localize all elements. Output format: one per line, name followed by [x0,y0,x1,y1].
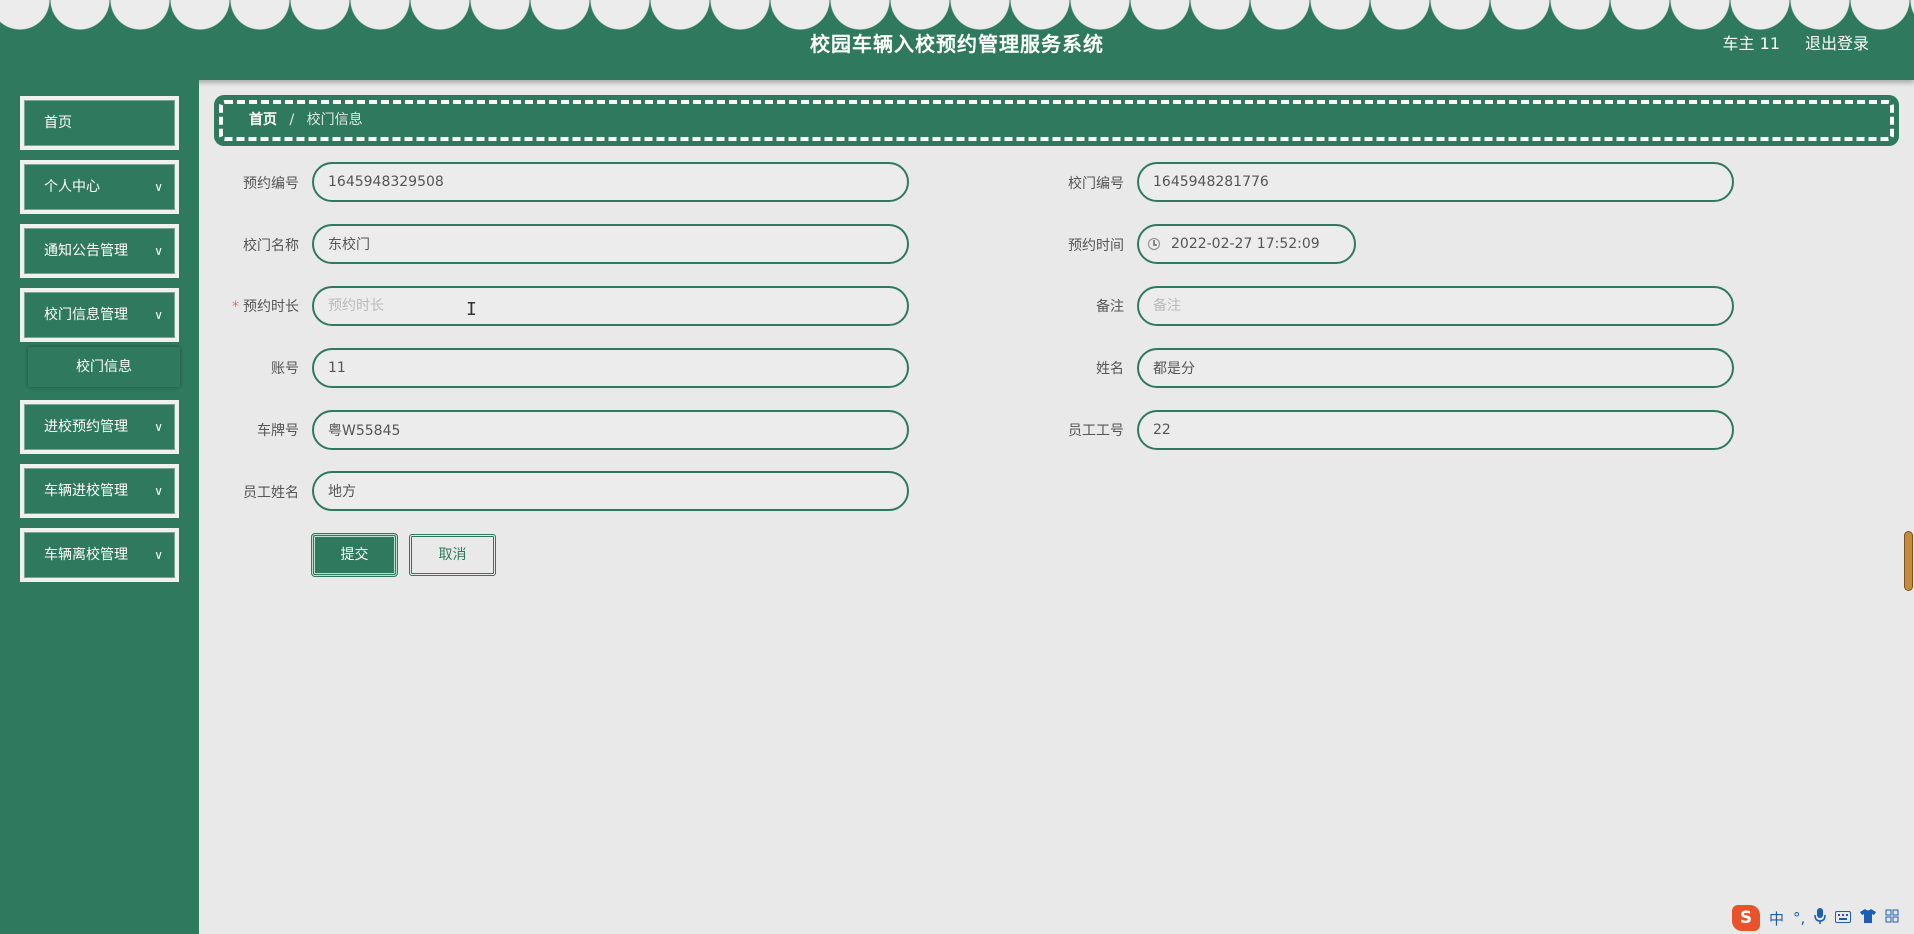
chevron-down-icon: ∨ [154,420,163,434]
name-field[interactable] [1137,348,1734,388]
sidebar-subitem-gate-info[interactable]: 校门信息 [28,347,180,387]
sidebar-item-home[interactable]: 首页 [20,96,179,150]
staff-name-field[interactable] [312,471,909,511]
remark-field[interactable] [1137,286,1734,326]
breadcrumb: 首页 / 校门信息 [214,95,1899,146]
ime-logo-icon[interactable]: S [1732,905,1760,931]
skin-shirt-icon[interactable] [1860,909,1877,927]
ime-mode-toggle[interactable]: 中 [1769,908,1784,929]
duration-field[interactable] [312,286,909,326]
sidebar-item-personal-center[interactable]: 个人中心 ∨ [20,160,179,214]
staff-no-field[interactable] [1137,410,1734,450]
breadcrumb-frame: 首页 / 校门信息 [219,100,1894,141]
logout-link[interactable]: 退出登录 [1805,30,1869,54]
duration-label-text: 预约时长 [243,299,299,315]
sidebar-item-label: 校门信息管理 [44,307,128,323]
booking-time-field[interactable] [1137,224,1356,264]
chevron-down-icon: ∨ [154,548,163,562]
chevron-down-icon: ∨ [154,484,163,498]
ime-punctuation-toggle[interactable]: °, [1793,909,1805,927]
ime-toolbar: S 中 °, [1732,904,1914,932]
scrollbar-thumb[interactable] [1905,532,1912,590]
sidebar-item-label: 通知公告管理 [44,243,128,259]
staff-no-label: 员工工号 [1068,423,1124,439]
gate-name-label: 校门名称 [243,238,299,254]
sidebar-item-vehicle-entry[interactable]: 车辆进校管理 ∨ [20,464,179,518]
required-mark: * [232,299,239,315]
sidebar-item-vehicle-exit[interactable]: 车辆离校管理 ∨ [20,528,179,582]
sidebar-item-booking[interactable]: 进校预约管理 ∨ [20,400,179,454]
plate-no-label: 车牌号 [257,423,299,439]
clock-icon [1148,238,1160,250]
sidebar-item-label: 车辆离校管理 [44,547,128,563]
booking-no-label: 预约编号 [243,176,299,192]
sidebar-item-label: 进校预约管理 [44,419,128,435]
sidebar-item-label: 首页 [44,115,72,131]
gate-name-field[interactable] [312,224,909,264]
name-label: 姓名 [1096,361,1124,377]
chevron-down-icon: ∨ [154,180,163,194]
sidebar-item-notices[interactable]: 通知公告管理 ∨ [20,224,179,278]
app-title: 校园车辆入校预约管理服务系统 [810,32,1104,56]
gate-no-label: 校门编号 [1068,176,1124,192]
text-cursor-icon: I [466,299,477,320]
breadcrumb-current: 校门信息 [306,112,363,128]
chevron-down-icon: ∨ [154,244,163,258]
staff-name-label: 员工姓名 [243,485,299,501]
remark-label: 备注 [1096,299,1124,315]
current-user: 车主 11 [1722,34,1780,53]
microphone-icon[interactable] [1814,908,1827,928]
cancel-button[interactable]: 取消 [409,534,496,576]
duration-label: * 预约时长 [209,296,299,316]
sidebar-item-gate-info[interactable]: 校门信息管理 ∨ [20,288,179,342]
sidebar: 首页 个人中心 ∨ 通知公告管理 ∨ 校门信息管理 ∨ 校门信息 进校预约管理 … [0,80,199,934]
account-label: 账号 [271,361,299,377]
booking-no-field[interactable] [312,162,909,202]
top-header: 校园车辆入校预约管理服务系统 车主 11 退出登录 [0,0,1914,80]
sidebar-item-label: 车辆进校管理 [44,483,128,499]
sidebar-item-label: 个人中心 [44,179,100,195]
keyboard-icon[interactable] [1835,909,1852,927]
plate-no-field[interactable] [312,410,909,450]
booking-time-label: 预约时间 [1068,238,1124,254]
gate-no-field[interactable] [1137,162,1734,202]
toolbox-grid-icon[interactable] [1885,909,1899,927]
breadcrumb-home[interactable]: 首页 [249,112,277,128]
account-field[interactable] [312,348,909,388]
breadcrumb-separator: / [289,112,295,128]
scallop-decoration [0,0,1914,30]
submit-button[interactable]: 提交 [312,534,397,576]
chevron-down-icon: ∨ [154,308,163,322]
